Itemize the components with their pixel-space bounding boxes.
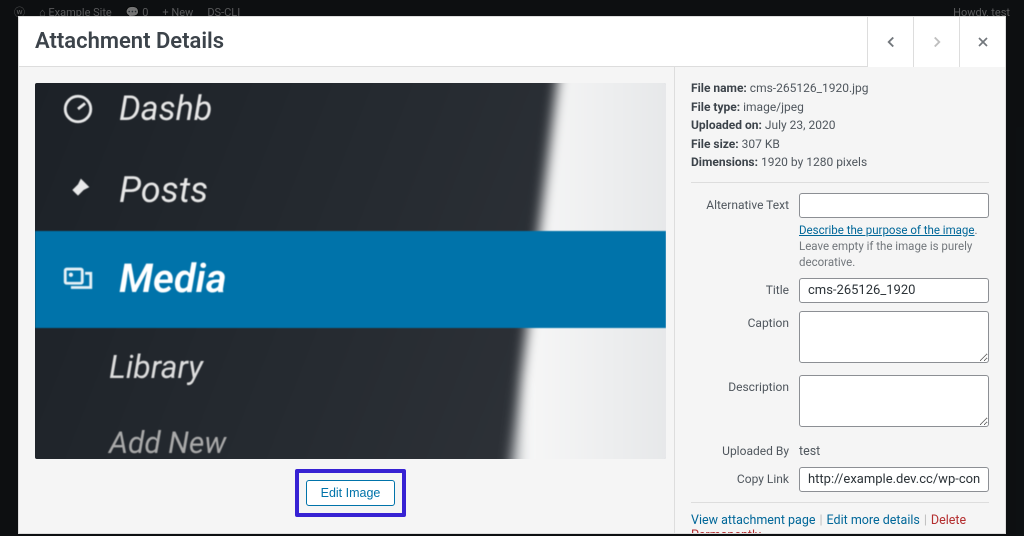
edit-more-link[interactable]: Edit more details [827, 513, 920, 528]
edit-image-button[interactable]: Edit Image [306, 480, 396, 506]
attachment-preview: Dashb Posts Media Library Add New Edit I… [19, 67, 674, 533]
close-icon [975, 34, 991, 50]
filesize-value: 307 KB [742, 137, 780, 151]
edit-image-highlight: Edit Image [295, 469, 407, 517]
media-icon [61, 262, 95, 296]
copylink-input[interactable] [799, 467, 989, 492]
uploadedby-value: test [799, 439, 989, 459]
attachment-thumbnail: Dashb Posts Media Library Add New [35, 83, 666, 459]
alt-text-help-link[interactable]: Describe the purpose of the image [799, 223, 975, 237]
attachment-details-modal: Attachment Details Dashb Post [18, 16, 1006, 534]
uploaded-value: July 23, 2020 [765, 118, 836, 132]
caption-input[interactable] [799, 311, 989, 363]
caption-label: Caption [691, 311, 799, 330]
title-label: Title [691, 278, 799, 297]
close-modal-button[interactable] [959, 17, 1005, 67]
alt-text-hint: Describe the purpose of the image. Leave… [799, 222, 989, 270]
chevron-left-icon [882, 33, 900, 51]
pushpin-icon [61, 173, 95, 207]
filename-value: cms-265126_1920.jpg [750, 81, 869, 95]
uploadedby-label: Uploaded By [691, 439, 799, 458]
dimensions-value: 1920 by 1280 pixels [761, 155, 867, 169]
description-input[interactable] [799, 375, 989, 427]
modal-title: Attachment Details [35, 29, 224, 54]
filetype-value: image/jpeg [743, 100, 804, 114]
attachment-details-panel: File name: cms-265126_1920.jpg File type… [674, 67, 1005, 533]
chevron-right-icon [928, 33, 946, 51]
copylink-label: Copy Link [691, 467, 799, 486]
modal-header: Attachment Details [19, 17, 1005, 67]
dashboard-icon [61, 92, 95, 126]
attachment-meta: File name: cms-265126_1920.jpg File type… [691, 79, 989, 183]
prev-attachment-button[interactable] [867, 17, 913, 67]
alt-text-label: Alternative Text [691, 193, 799, 212]
alt-text-input[interactable] [799, 193, 989, 218]
title-input[interactable] [799, 278, 989, 303]
view-attachment-link[interactable]: View attachment page [691, 513, 815, 528]
next-attachment-button[interactable] [913, 17, 959, 67]
attachment-actions: View attachment page|Edit more details|D… [691, 502, 989, 533]
description-label: Description [691, 375, 799, 394]
